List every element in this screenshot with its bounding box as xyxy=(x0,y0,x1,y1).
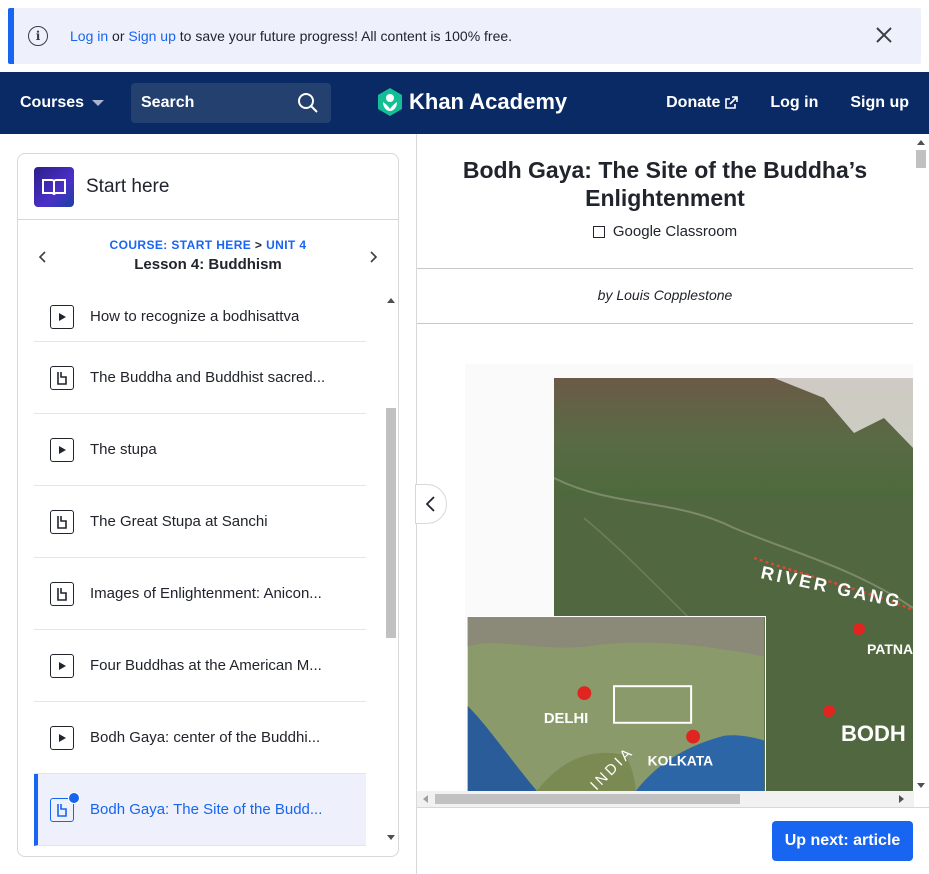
open-book-icon xyxy=(34,166,74,207)
banner-login-link[interactable]: Log in xyxy=(70,28,108,44)
lesson-title: Lesson 4: Buddhism xyxy=(134,256,282,273)
sidebar-scrollbar[interactable] xyxy=(384,292,398,846)
lesson-item-label: Images of Enlightenment: Anicon... xyxy=(90,585,322,602)
search-icon[interactable] xyxy=(297,92,319,114)
login-button[interactable]: Log in xyxy=(770,94,818,112)
article-vertical-scrollbar[interactable] xyxy=(914,140,928,788)
google-classroom-button[interactable]: Google Classroom xyxy=(417,223,913,240)
article-footer: Up next: article xyxy=(417,807,929,874)
lesson-item[interactable]: How to recognize a bodhisattva xyxy=(34,292,366,342)
chevron-left-icon xyxy=(425,496,435,512)
lesson-item[interactable]: The Buddha and Buddhist sacred... xyxy=(34,342,366,414)
lesson-item[interactable]: The Great Stupa at Sanchi xyxy=(34,486,366,558)
patna-label: PATNA xyxy=(867,641,913,657)
google-classroom-label: Google Classroom xyxy=(612,223,738,240)
bodh-label: BODH xyxy=(841,721,906,746)
breadcrumb: COURSE: START HERE > UNIT 4 Lesson 4: Bu… xyxy=(18,220,398,292)
lesson-item-active[interactable]: Bodh Gaya: The Site of the Budd... xyxy=(34,774,366,846)
delhi-label: DELHI xyxy=(544,711,588,727)
sidebar-header: Start here xyxy=(18,154,398,220)
lesson-item[interactable]: Four Buddhas at the American M... xyxy=(34,630,366,702)
donate-link[interactable]: Donate xyxy=(666,94,739,112)
chevron-down-icon xyxy=(92,100,105,106)
check-badge-icon xyxy=(68,791,80,804)
article-icon xyxy=(50,365,74,390)
chevron-right-icon[interactable] xyxy=(366,250,380,264)
donate-label: Donate xyxy=(666,94,721,111)
lesson-item[interactable]: Bodh Gaya: center of the Buddhi... xyxy=(34,702,366,774)
banner-signup-link[interactable]: Sign up xyxy=(128,28,175,44)
article-icon xyxy=(50,581,74,606)
play-icon xyxy=(50,304,74,329)
khan-academy-logo[interactable]: Khan Academy xyxy=(377,87,567,117)
top-nav: Courses Search Khan Academy Donate Log i… xyxy=(0,72,929,134)
search-input[interactable]: Search xyxy=(131,83,331,123)
lesson-item[interactable]: The stupa xyxy=(34,414,366,486)
lesson-item-label: Bodh Gaya: center of the Buddhi... xyxy=(90,729,321,746)
info-icon: i xyxy=(28,26,48,46)
divider xyxy=(417,268,913,269)
scroll-right-arrow-icon[interactable] xyxy=(899,795,904,803)
google-classroom-icon xyxy=(592,225,605,238)
scroll-up-arrow-icon[interactable] xyxy=(917,140,925,145)
signup-banner: i Log in or Sign up to save your future … xyxy=(8,8,921,64)
play-icon xyxy=(50,437,74,462)
lesson-item-label: How to recognize a bodhisattva xyxy=(90,308,300,325)
close-icon[interactable] xyxy=(873,24,895,46)
scrollbar-thumb[interactable] xyxy=(435,794,740,804)
carousel-prev-button[interactable] xyxy=(415,484,447,524)
lesson-item-label: The Buddha and Buddhist sacred... xyxy=(90,369,326,386)
article-icon xyxy=(50,791,80,822)
khan-logo-icon xyxy=(378,88,402,116)
courses-menu-button[interactable]: Courses xyxy=(20,72,105,134)
breadcrumb-course-link[interactable]: COURSE: START HERE xyxy=(110,238,252,252)
banner-rest-text: to save your future progress! All conten… xyxy=(179,28,513,44)
play-icon xyxy=(50,725,74,750)
courses-label: Courses xyxy=(20,94,85,111)
india-inset-map: DELHI KOLKATA INDIA xyxy=(466,616,766,792)
scroll-left-arrow-icon[interactable] xyxy=(423,795,428,803)
lesson-item-label: Four Buddhas at the American M... xyxy=(90,657,322,674)
banner-or-text: or xyxy=(112,28,125,44)
lesson-item-label: The Great Stupa at Sanchi xyxy=(90,513,268,530)
lesson-sidebar: Start here COURSE: START HERE > UNIT 4 L… xyxy=(17,153,399,857)
play-icon xyxy=(50,653,74,678)
breadcrumb-separator: > xyxy=(254,238,263,252)
article-icon xyxy=(50,509,74,534)
brand-name: Khan Academy xyxy=(409,89,568,114)
article-horizontal-scrollbar[interactable] xyxy=(417,791,914,807)
up-next-button[interactable]: Up next: article xyxy=(772,821,913,861)
external-link-icon xyxy=(725,96,739,109)
kolkata-label: KOLKATA xyxy=(648,752,714,768)
article-title: Bodh Gaya: The Site of the Buddha’s Enli… xyxy=(462,157,868,211)
scroll-up-arrow-icon[interactable] xyxy=(387,298,395,303)
scroll-down-arrow-icon[interactable] xyxy=(917,783,925,788)
chevron-left-icon[interactable] xyxy=(36,250,50,264)
lesson-item[interactable]: Images of Enlightenment: Anicon... xyxy=(34,558,366,630)
article-byline: by Louis Copplestone xyxy=(597,287,733,303)
scroll-down-arrow-icon[interactable] xyxy=(387,835,395,840)
scrollbar-thumb[interactable] xyxy=(386,408,396,638)
breadcrumb-unit-link[interactable]: UNIT 4 xyxy=(266,238,306,252)
signup-button[interactable]: Sign up xyxy=(850,94,909,112)
lesson-item-list: How to recognize a bodhisattva The Buddh… xyxy=(34,292,366,846)
banner-message: Log in or Sign up to save your future pr… xyxy=(70,28,512,44)
lesson-item-label: The stupa xyxy=(90,441,157,458)
scrollbar-thumb[interactable] xyxy=(916,150,926,168)
article-panel: Bodh Gaya: The Site of the Buddha’s Enli… xyxy=(415,134,929,874)
lesson-item-label: Bodh Gaya: The Site of the Budd... xyxy=(90,801,323,818)
article-image-map: RIVER GANG PATNA BODH DELHI KOLKATA INDI… xyxy=(465,364,913,792)
divider xyxy=(417,323,913,324)
sidebar-title: Start here xyxy=(86,175,170,197)
search-placeholder: Search xyxy=(141,94,195,111)
